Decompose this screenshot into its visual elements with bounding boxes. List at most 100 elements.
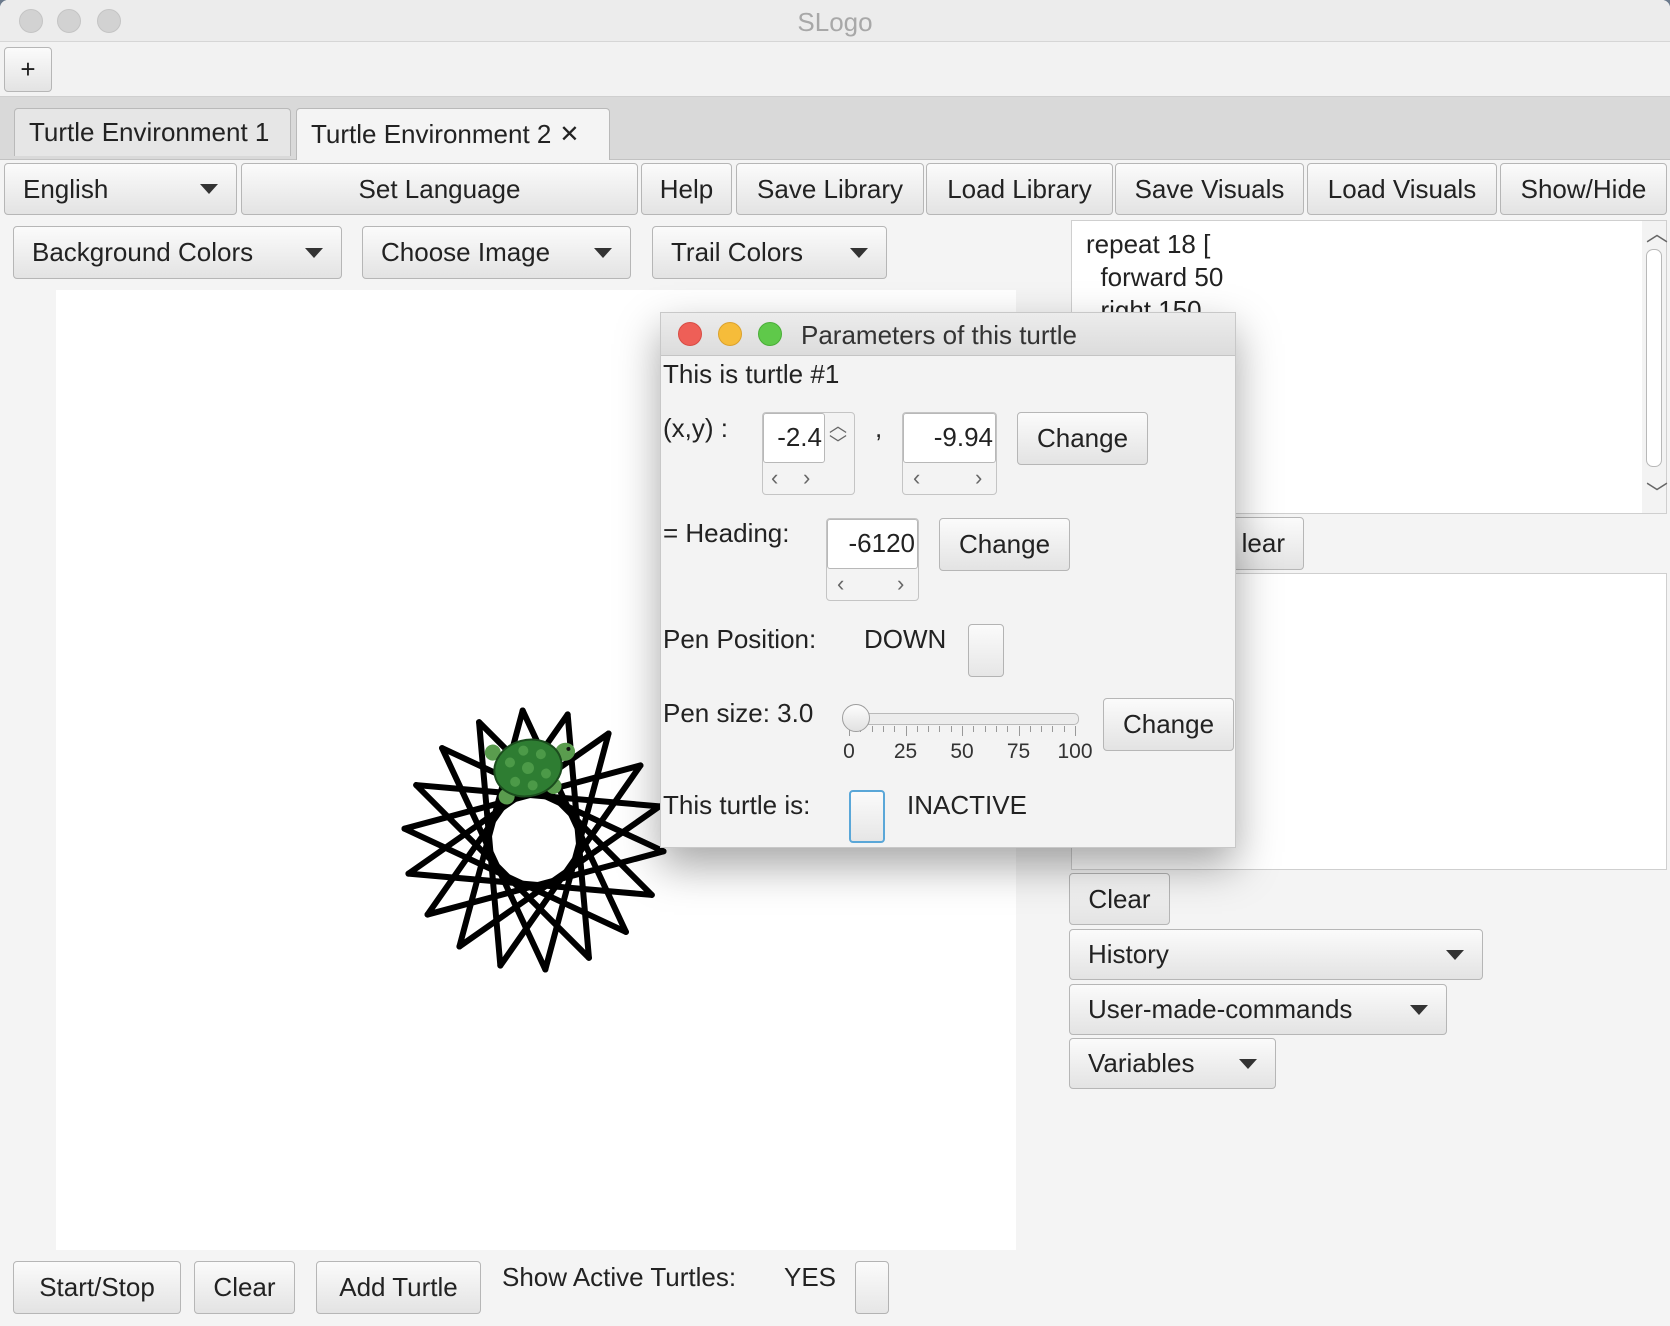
pen-size-change-button[interactable]: Change bbox=[1103, 698, 1234, 751]
language-value: English bbox=[23, 173, 109, 204]
heading-label: = Heading: bbox=[663, 518, 790, 548]
scroll-right-icon[interactable]: › bbox=[803, 467, 810, 489]
slider-tick bbox=[894, 726, 896, 732]
scroll-left-icon[interactable]: ‹ bbox=[913, 467, 920, 489]
window-title: SLogo bbox=[797, 7, 873, 37]
editor-scrollbar[interactable]: ︿ ﹀ bbox=[1642, 221, 1668, 513]
pen-position-label: Pen Position: bbox=[663, 624, 817, 654]
history-combo[interactable]: History bbox=[1069, 929, 1483, 980]
slider-tick bbox=[939, 726, 941, 732]
help-button[interactable]: Help bbox=[641, 163, 732, 215]
show-active-turtles-toggle[interactable] bbox=[855, 1261, 889, 1314]
dialog-close-button[interactable] bbox=[678, 322, 702, 346]
y-spinner[interactable]: -9.94 ‹ › bbox=[902, 412, 997, 495]
xy-change-button[interactable]: Change bbox=[1017, 412, 1148, 465]
add-environment-button[interactable]: + bbox=[4, 47, 52, 92]
tab-turtle-environment-2[interactable]: Turtle Environment 2 ✕ bbox=[296, 108, 610, 160]
slider-tick bbox=[905, 726, 907, 736]
slider-tick bbox=[973, 726, 975, 732]
trail-center bbox=[528, 834, 540, 846]
heading-spinner[interactable]: -6120 ‹ › bbox=[826, 518, 919, 601]
slider-tick-label: 75 bbox=[1006, 740, 1031, 763]
language-combo[interactable]: English bbox=[4, 163, 237, 215]
load-visuals-button[interactable]: Load Visuals bbox=[1307, 163, 1497, 215]
slider-tick bbox=[1018, 726, 1020, 736]
turtle-id-label: This is turtle #1 bbox=[663, 359, 840, 389]
canvas-clear-button[interactable]: Clear bbox=[194, 1261, 295, 1314]
spinner-up-icon[interactable]: ︿ bbox=[829, 417, 847, 435]
heading-value-field[interactable]: -6120 bbox=[827, 519, 918, 569]
turtle-parameters-dialog: Parameters of this turtle This is turtle… bbox=[660, 312, 1236, 848]
user-commands-combo[interactable]: User-made-commands bbox=[1069, 984, 1447, 1035]
slider-tick bbox=[1007, 726, 1009, 732]
trail-colors-label: Trail Colors bbox=[671, 237, 803, 267]
x-spinner[interactable]: -2.4 ︿ ﹀ ‹ › bbox=[762, 412, 855, 495]
slider-tick bbox=[995, 726, 997, 732]
slider-tick-label: 50 bbox=[950, 740, 974, 763]
top-toolbar: + bbox=[0, 42, 1670, 97]
slider-tick bbox=[916, 726, 918, 732]
scroll-right-icon[interactable]: › bbox=[897, 573, 904, 595]
close-tab-icon[interactable]: ✕ bbox=[559, 120, 579, 149]
dialog-title-bar: Parameters of this turtle bbox=[661, 313, 1235, 356]
variables-combo[interactable]: Variables bbox=[1069, 1038, 1276, 1089]
show-hide-button[interactable]: Show/Hide bbox=[1500, 163, 1667, 215]
title-bar: SLogo bbox=[0, 0, 1670, 42]
y-value-field[interactable]: -9.94 bbox=[903, 413, 996, 463]
dropdown-triangle-icon bbox=[1410, 1004, 1428, 1015]
slider-tick bbox=[984, 726, 986, 732]
slider-ticks: 0 25 50 75 100 bbox=[837, 704, 1093, 772]
turtle-active-value: INACTIVE bbox=[907, 790, 1027, 820]
tab-label: Turtle Environment 2 bbox=[311, 119, 552, 149]
show-active-turtles-value: YES bbox=[784, 1262, 837, 1292]
editor-line-1: repeat 18 [ bbox=[1086, 229, 1211, 259]
choose-image-label: Choose Image bbox=[381, 237, 551, 267]
slider-tick-label: 100 bbox=[1057, 740, 1093, 763]
scroll-thumb[interactable] bbox=[1646, 249, 1662, 467]
scroll-left-icon[interactable]: ‹ bbox=[771, 467, 778, 489]
slider-thumb[interactable] bbox=[841, 704, 870, 732]
set-language-button[interactable]: Set Language bbox=[241, 163, 638, 215]
add-turtle-button[interactable]: Add Turtle bbox=[316, 1261, 481, 1314]
history-label: History bbox=[1088, 939, 1169, 969]
dialog-maximize-button[interactable] bbox=[758, 322, 782, 346]
xy-comma: , bbox=[875, 413, 883, 443]
scroll-down-icon[interactable]: ﹀ bbox=[1646, 483, 1668, 505]
slider-tick bbox=[871, 726, 873, 732]
load-library-button[interactable]: Load Library bbox=[926, 163, 1113, 215]
x-value-field[interactable]: -2.4 bbox=[763, 413, 825, 463]
show-active-turtles-label: Show Active Turtles: bbox=[502, 1262, 737, 1292]
slider-tick bbox=[950, 726, 952, 732]
heading-change-button[interactable]: Change bbox=[939, 518, 1070, 571]
pen-size-slider[interactable]: 0 25 50 75 100 bbox=[837, 704, 1093, 772]
dropdown-triangle-icon bbox=[305, 247, 323, 258]
slider-tick bbox=[1029, 726, 1031, 732]
pen-size-label: Pen size: 3.0 bbox=[663, 698, 814, 728]
scroll-left-icon[interactable]: ‹ bbox=[837, 573, 844, 595]
spinner-down-icon[interactable]: ﹀ bbox=[829, 435, 847, 453]
slider-tick-label: 0 bbox=[843, 740, 855, 763]
slider-tick bbox=[928, 726, 930, 732]
scroll-right-icon[interactable]: › bbox=[975, 467, 982, 489]
scroll-up-icon[interactable]: ︿ bbox=[1646, 223, 1668, 245]
slider-tick bbox=[882, 726, 884, 732]
background-colors-combo[interactable]: Background Colors bbox=[13, 226, 342, 279]
console-clear-button[interactable]: Clear bbox=[1069, 873, 1170, 925]
slider-tick bbox=[1052, 726, 1054, 732]
background-colors-label: Background Colors bbox=[32, 237, 254, 267]
start-stop-button[interactable]: Start/Stop bbox=[13, 1261, 181, 1314]
choose-image-combo[interactable]: Choose Image bbox=[362, 226, 631, 279]
pen-position-value: DOWN bbox=[864, 624, 947, 654]
pen-position-toggle[interactable] bbox=[968, 624, 1004, 677]
save-visuals-button[interactable]: Save Visuals bbox=[1115, 163, 1304, 215]
trail-colors-combo[interactable]: Trail Colors bbox=[652, 226, 887, 279]
save-library-button[interactable]: Save Library bbox=[736, 163, 924, 215]
editor-line-2: forward 50 bbox=[1086, 262, 1224, 292]
dialog-minimize-button[interactable] bbox=[718, 322, 742, 346]
slider-tick bbox=[962, 726, 963, 736]
dialog-title: Parameters of this turtle bbox=[801, 320, 1077, 350]
tab-turtle-environment-1[interactable]: Turtle Environment 1 bbox=[14, 108, 291, 156]
turtle-active-toggle[interactable] bbox=[849, 790, 885, 843]
slider-tick bbox=[1075, 726, 1076, 736]
slogo-window: SLogo + Turtle Environment 1 Turtle Envi… bbox=[0, 0, 1670, 1326]
